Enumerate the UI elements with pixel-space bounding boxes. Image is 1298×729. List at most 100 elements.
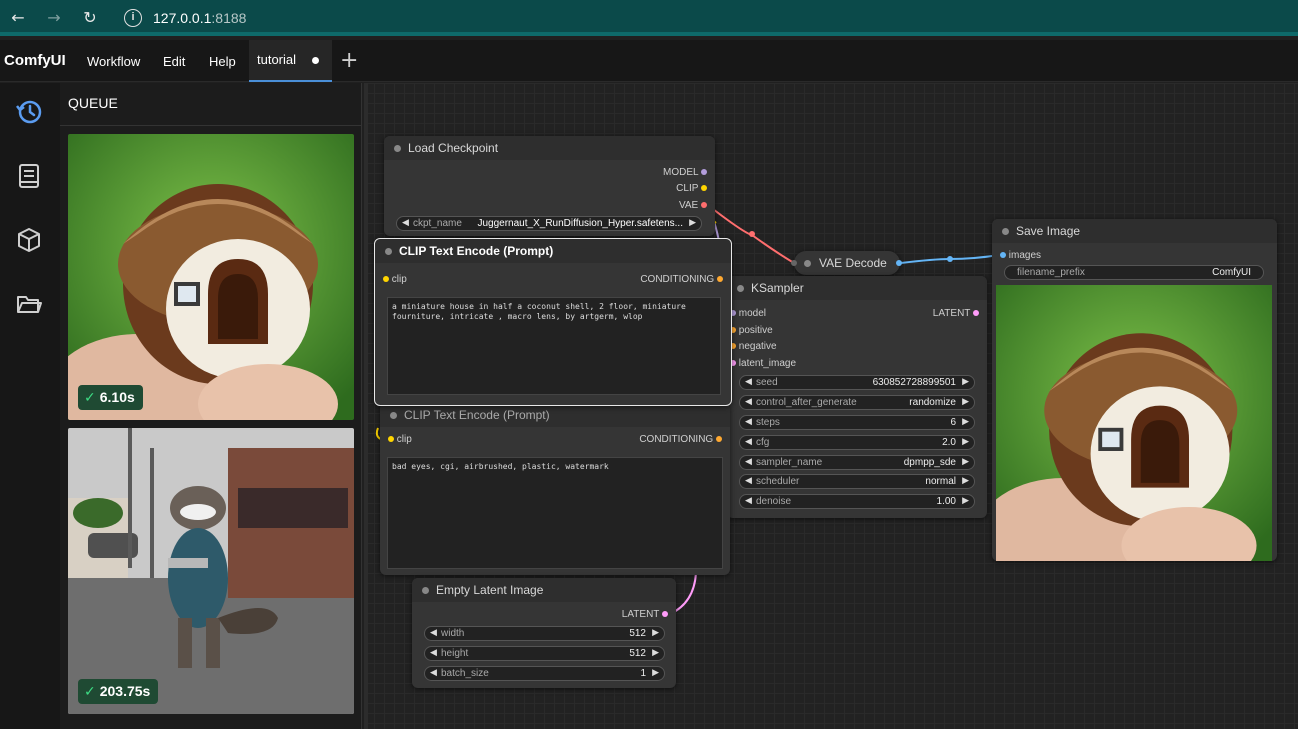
arrow-left-icon[interactable]: ◀	[745, 437, 752, 447]
output-conditioning[interactable]: CONDITIONING	[640, 274, 723, 285]
widget-seed[interactable]: ◀ seed 630852728899501 ▶	[739, 375, 975, 390]
node-title[interactable]: Save Image	[992, 219, 1277, 243]
port-dot-icon[interactable]	[896, 260, 902, 266]
widget-scheduler[interactable]: ◀ scheduler normal ▶	[739, 474, 975, 489]
port-dot-icon[interactable]	[383, 276, 389, 283]
output-latent[interactable]: LATENT	[933, 308, 979, 319]
node-title[interactable]: CLIP Text Encode (Prompt)	[375, 239, 731, 263]
node-load-checkpoint[interactable]: Load Checkpoint MODEL CLIP VAE ◀ ckpt_na…	[384, 136, 715, 236]
port-dot-icon[interactable]	[716, 436, 722, 443]
arrow-left-icon[interactable]: ◀	[430, 668, 437, 678]
arrow-left-icon[interactable]: ◀	[745, 377, 752, 387]
collapse-dot-icon[interactable]	[422, 587, 429, 594]
arrow-right-icon[interactable]: ▶	[962, 417, 969, 427]
port-dot-icon[interactable]	[973, 310, 979, 317]
output-latent[interactable]: LATENT	[622, 609, 668, 620]
reload-icon[interactable]: ↻	[78, 6, 102, 30]
widget-control-after-generate[interactable]: ◀ control_after_generate randomize ▶	[739, 395, 975, 410]
arrow-left-icon[interactable]: ◀	[745, 496, 752, 506]
output-image-preview[interactable]	[996, 285, 1272, 561]
arrow-right-icon[interactable]: ▶	[962, 476, 969, 486]
arrow-right-icon[interactable]: ▶	[962, 437, 969, 447]
node-title[interactable]: Load Checkpoint	[384, 136, 715, 160]
port-dot-icon[interactable]	[717, 276, 723, 283]
add-tab-button[interactable]: +	[340, 48, 358, 73]
input-latent-image[interactable]: latent_image	[730, 358, 796, 369]
panel-resizer[interactable]	[364, 83, 368, 729]
collapse-dot-icon[interactable]	[1002, 228, 1009, 235]
arrow-right-icon[interactable]: ▶	[652, 628, 659, 638]
input-images[interactable]: images	[1000, 250, 1041, 261]
arrow-left-icon[interactable]: ◀	[430, 628, 437, 638]
arrow-left-icon[interactable]: ◀	[745, 476, 752, 486]
cube-icon[interactable]	[14, 225, 44, 255]
arrow-left-icon[interactable]: ◀	[430, 648, 437, 658]
site-info-icon[interactable]: i	[124, 9, 142, 27]
menu-edit[interactable]: Edit	[163, 54, 185, 69]
input-clip[interactable]: clip	[388, 434, 412, 445]
input-model[interactable]: model	[730, 308, 766, 319]
prompt-textarea[interactable]: bad eyes, cgi, airbrushed, plastic, wate…	[387, 457, 723, 569]
port-dot-icon[interactable]	[1000, 252, 1006, 259]
node-vae-decode[interactable]: VAE Decode	[791, 251, 902, 275]
output-vae[interactable]: VAE	[679, 200, 707, 211]
arrow-left-icon[interactable]: ◀	[745, 457, 752, 467]
widget-steps[interactable]: ◀ steps 6 ▶	[739, 415, 975, 430]
port-dot-icon[interactable]	[662, 611, 668, 618]
arrow-right-icon[interactable]: →	[42, 6, 66, 30]
output-conditioning[interactable]: CONDITIONING	[639, 434, 722, 445]
widget-ckpt-name[interactable]: ◀ ckpt_name Juggernaut_X_RunDiffusion_Hy…	[396, 216, 702, 231]
node-title[interactable]: CLIP Text Encode (Prompt)	[380, 403, 730, 427]
output-clip[interactable]: CLIP	[676, 183, 707, 194]
output-model[interactable]: MODEL	[663, 167, 707, 178]
port-dot-icon[interactable]	[701, 202, 707, 209]
queue-item-raccoon[interactable]: ✓ 203.75s	[68, 428, 354, 714]
node-save-image[interactable]: Save Image images filename_prefix ComfyU…	[992, 219, 1277, 561]
node-clip-text-encode-negative[interactable]: CLIP Text Encode (Prompt) clip CONDITION…	[380, 403, 730, 575]
port-dot-icon[interactable]	[388, 436, 394, 443]
widget-batch-size[interactable]: ◀ batch_size 1 ▶	[424, 666, 665, 681]
arrow-right-icon[interactable]: ▶	[962, 457, 969, 467]
widget-height[interactable]: ◀ height 512 ▶	[424, 646, 665, 661]
node-clip-text-encode-positive[interactable]: CLIP Text Encode (Prompt) clip CONDITION…	[374, 238, 732, 406]
widget-denoise[interactable]: ◀ denoise 1.00 ▶	[739, 494, 975, 509]
input-negative[interactable]: negative	[730, 341, 777, 352]
arrow-right-icon[interactable]: ▶	[652, 668, 659, 678]
address-bar[interactable]: i 127.0.0.1:8188	[116, 4, 1286, 32]
widget-sampler-name[interactable]: ◀ sampler_name dpmpp_sde ▶	[739, 455, 975, 470]
input-clip[interactable]: clip	[383, 274, 407, 285]
arrow-right-icon[interactable]: ▶	[652, 648, 659, 658]
widget-filename-prefix[interactable]: filename_prefix ComfyUI	[1004, 265, 1264, 280]
arrow-right-icon[interactable]: ▶	[962, 397, 969, 407]
history-icon[interactable]	[14, 97, 44, 127]
tab-tutorial[interactable]: tutorial	[249, 40, 332, 82]
port-dot-icon[interactable]	[701, 185, 707, 192]
arrow-left-icon[interactable]: ◀	[402, 218, 409, 228]
arrow-right-icon[interactable]: ▶	[962, 496, 969, 506]
collapse-dot-icon[interactable]	[804, 260, 811, 267]
widget-cfg[interactable]: ◀ cfg 2.0 ▶	[739, 435, 975, 450]
folder-icon[interactable]	[14, 289, 44, 319]
queue-item-coconut[interactable]: ✓ 6.10s	[68, 134, 354, 420]
node-title[interactable]: KSampler	[727, 276, 987, 300]
port-dot-icon[interactable]	[791, 260, 797, 266]
input-positive[interactable]: positive	[730, 325, 773, 336]
arrow-right-icon[interactable]: ▶	[962, 377, 969, 387]
graph-canvas[interactable]: Load Checkpoint MODEL CLIP VAE ◀ ckpt_na…	[364, 83, 1298, 729]
menu-workflow[interactable]: Workflow	[87, 54, 140, 69]
node-empty-latent-image[interactable]: Empty Latent Image LATENT ◀ width 512 ▶ ◀ he…	[412, 578, 676, 688]
arrow-left-icon[interactable]: ◀	[745, 417, 752, 427]
arrow-right-icon[interactable]: ▶	[689, 218, 696, 228]
node-title[interactable]: Empty Latent Image	[412, 578, 676, 602]
arrow-left-icon[interactable]: ←	[6, 6, 30, 30]
collapse-dot-icon[interactable]	[737, 285, 744, 292]
collapse-dot-icon[interactable]	[390, 412, 397, 419]
prompt-textarea[interactable]: a miniature house in half a coconut shel…	[387, 297, 721, 395]
arrow-left-icon[interactable]: ◀	[745, 397, 752, 407]
widget-width[interactable]: ◀ width 512 ▶	[424, 626, 665, 641]
menu-help[interactable]: Help	[209, 54, 236, 69]
collapse-dot-icon[interactable]	[385, 248, 392, 255]
collapse-dot-icon[interactable]	[394, 145, 401, 152]
port-dot-icon[interactable]	[701, 169, 707, 176]
node-ksampler[interactable]: KSampler model positive negative latent_…	[727, 276, 987, 518]
